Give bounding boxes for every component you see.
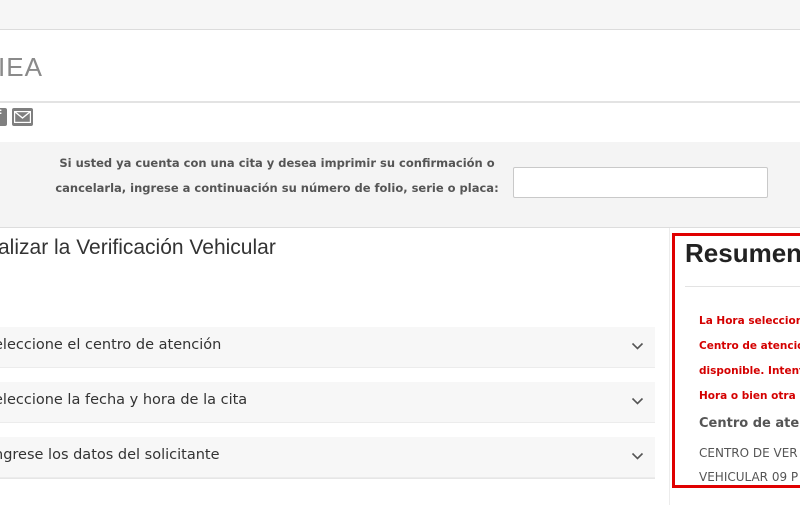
availability-warning-line: La Hora seleccion xyxy=(699,315,800,327)
folio-search-input[interactable] xyxy=(513,167,768,198)
lookup-instructions-line-1: Si usted ya cuenta con una cita y desea … xyxy=(59,156,495,170)
availability-warning-line: Centro de atenció xyxy=(699,340,800,352)
summary-panel: Resumen La Hora seleccion Centro de aten… xyxy=(672,233,800,488)
chevron-down-icon[interactable] xyxy=(631,397,644,406)
accordion-step-center[interactable]: eleccione el centro de atención xyxy=(0,327,655,368)
accordion-step-applicant[interactable]: ngrese los datos del solicitante xyxy=(0,437,655,478)
page-title: alizar la Verificación Vehicular xyxy=(0,236,276,259)
summary-center-label: Centro de aten xyxy=(699,416,800,431)
availability-warning-line: Hora o bien otra F xyxy=(699,390,800,402)
accordion-step-center-label: eleccione el centro de atención xyxy=(0,337,222,353)
brand-logo-text[interactable]: IEA xyxy=(0,52,43,83)
lookup-instructions: Si usted ya cuenta con una cita y desea … xyxy=(52,151,502,201)
accordion-step-date[interactable]: eleccione la fecha y hora de la cita xyxy=(0,382,655,423)
chevron-down-icon[interactable] xyxy=(631,342,644,351)
lookup-instructions-line-2: cancelarla, ingrese a continuación su nú… xyxy=(55,181,499,195)
facebook-glyph: f xyxy=(0,108,1,126)
appointment-lookup-panel: Si usted ya cuenta con una cita y desea … xyxy=(0,142,800,228)
chevron-down-icon[interactable] xyxy=(631,452,644,461)
site-header: IEA xyxy=(0,30,800,103)
summary-center-value-line: CENTRO DE VER xyxy=(699,446,798,460)
summary-divider xyxy=(685,286,800,287)
column-divider xyxy=(669,228,670,505)
summary-center-value-line: VEHICULAR 09 P xyxy=(699,470,799,484)
accordion-step-applicant-label: ngrese los datos del solicitante xyxy=(0,447,220,463)
summary-center-value: CENTRO DE VER VEHICULAR 09 P xyxy=(699,441,799,485)
top-bar xyxy=(0,0,800,30)
accordion-step-date-label: eleccione la fecha y hora de la cita xyxy=(0,392,248,408)
summary-title: Resumen xyxy=(685,238,800,268)
availability-warning-line: disponible. Intent xyxy=(699,365,800,377)
availability-warning: La Hora seleccion Centro de atenció disp… xyxy=(699,309,800,409)
email-icon[interactable] xyxy=(12,108,33,126)
content-divider xyxy=(0,478,655,479)
facebook-icon[interactable]: f xyxy=(0,108,7,126)
